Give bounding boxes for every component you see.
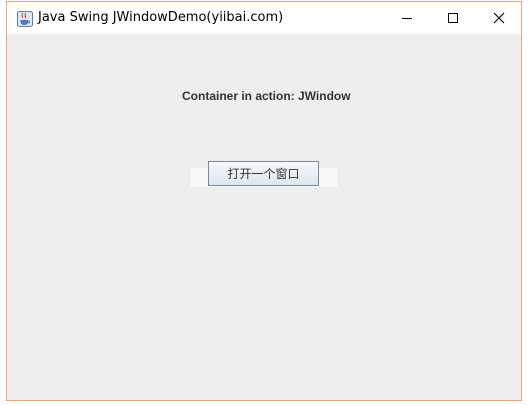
minimize-icon: [402, 18, 412, 19]
maximize-icon: [448, 13, 458, 23]
close-button[interactable]: [476, 2, 522, 34]
maximize-button[interactable]: [430, 2, 476, 34]
open-window-button[interactable]: 打开一个窗口: [208, 161, 319, 186]
heading-label: Container in action: JWindow: [182, 89, 351, 103]
close-icon: [493, 12, 505, 24]
title-bar[interactable]: Java Swing JWindowDemo(yiibai.com): [7, 2, 521, 34]
java-coffee-icon: [17, 11, 33, 27]
minimize-button[interactable]: [384, 2, 430, 34]
app-window: Java Swing JWindowDemo(yiibai.com) Conta…: [6, 1, 522, 401]
content-pane: Container in action: JWindow 打开一个窗口: [7, 34, 521, 400]
window-title: Java Swing JWindowDemo(yiibai.com): [38, 10, 284, 25]
